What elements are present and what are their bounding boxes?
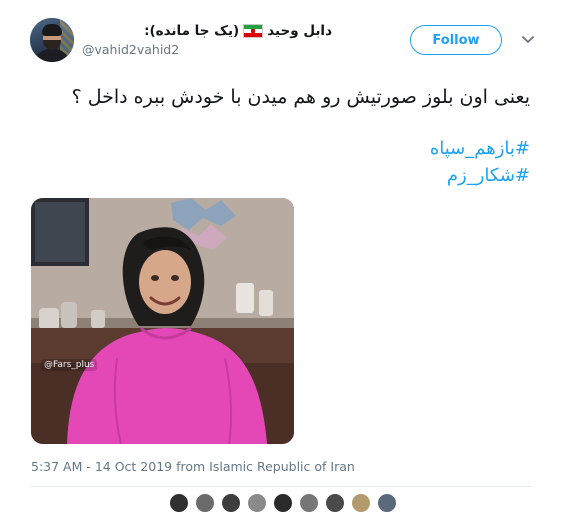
photo-illustration xyxy=(31,198,294,444)
tweet-timestamp[interactable]: 5:37 AM - 14 Oct 2019 from Islamic Repub… xyxy=(31,459,355,474)
divider xyxy=(31,486,531,487)
display-name[interactable]: دابل وحید (یک جا مانده): xyxy=(82,23,332,39)
display-name-text: دابل وحید xyxy=(267,23,332,39)
tweet-header: دابل وحید (یک جا مانده): @vahid2vahid2 F… xyxy=(30,18,540,68)
iran-flag-icon xyxy=(243,24,264,38)
liker-avatar[interactable] xyxy=(246,492,268,514)
liker-avatar[interactable] xyxy=(194,492,216,514)
chevron-down-icon[interactable] xyxy=(522,35,534,45)
avatar-hair xyxy=(42,24,62,36)
hashtag-link[interactable]: #بازهم_سپاه xyxy=(30,137,530,161)
liker-avatar[interactable] xyxy=(272,492,294,514)
liker-avatar[interactable] xyxy=(376,492,398,514)
liker-avatar[interactable] xyxy=(168,492,190,514)
hashtag-link[interactable]: #شکار_زم xyxy=(30,164,530,188)
liker-avatar[interactable] xyxy=(350,492,372,514)
avatar[interactable] xyxy=(30,18,74,62)
display-name-suffix: (یک جا مانده): xyxy=(144,23,240,39)
liker-avatar[interactable] xyxy=(220,492,242,514)
liker-avatar[interactable] xyxy=(298,492,320,514)
tweet-photo[interactable]: @Fars_plus xyxy=(31,198,294,444)
follow-button[interactable]: Follow xyxy=(410,25,502,55)
user-name-block[interactable]: دابل وحید (یک جا مانده): @vahid2vahid2 xyxy=(82,23,332,57)
photo-watermark: @Fars_plus xyxy=(41,359,98,371)
user-handle[interactable]: @vahid2vahid2 xyxy=(82,42,332,57)
liker-avatar[interactable] xyxy=(324,492,346,514)
tweet-text: یعنی اون بلوز صورتیش رو هم میدن با خودش … xyxy=(71,86,530,108)
